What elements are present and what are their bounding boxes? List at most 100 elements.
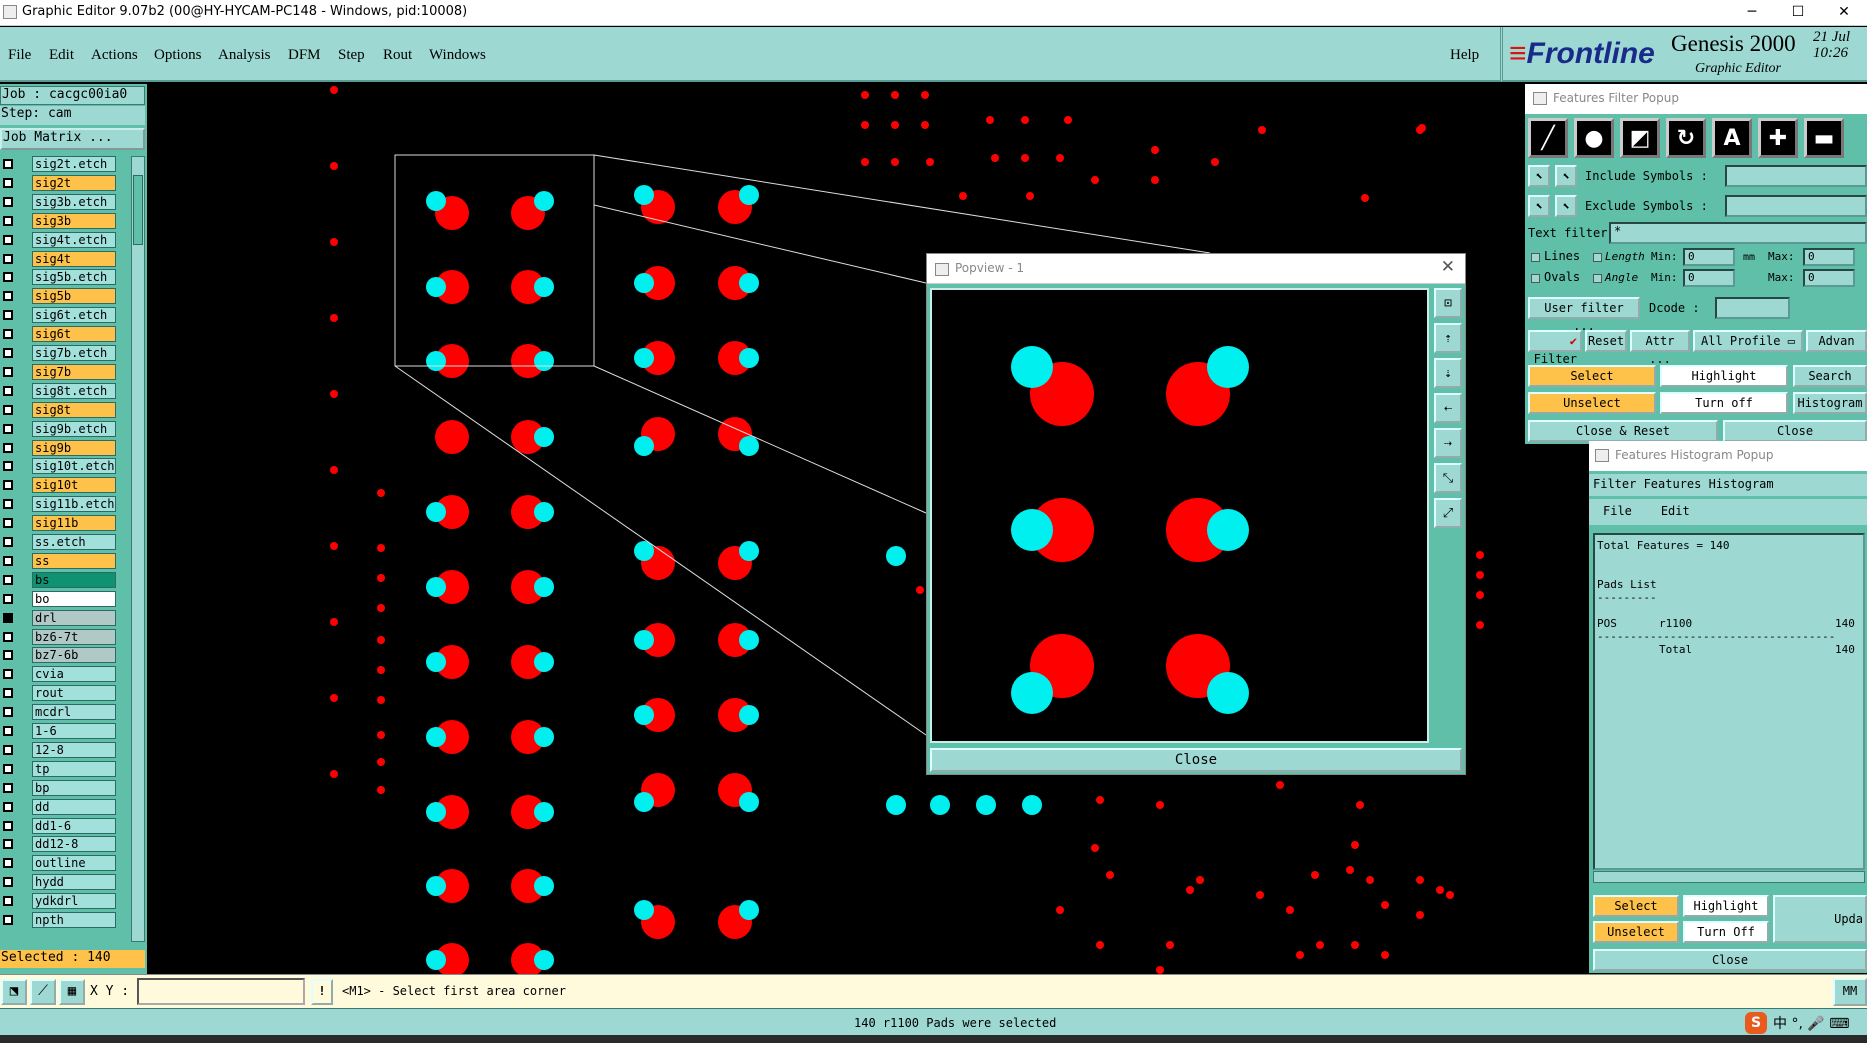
layer-checkbox[interactable] <box>3 499 13 510</box>
via-dot[interactable] <box>861 158 869 166</box>
via-dot[interactable] <box>377 696 385 704</box>
pad-cyan[interactable] <box>634 273 654 293</box>
layer-row[interactable]: sig9b.etch <box>0 420 145 437</box>
via-dot[interactable] <box>330 466 338 474</box>
pad-cyan[interactable] <box>426 727 446 747</box>
layer-scrollbar[interactable] <box>131 156 145 942</box>
pad-cyan[interactable] <box>1011 346 1053 388</box>
layer-name[interactable]: outline <box>32 855 116 872</box>
pad-cyan[interactable] <box>534 351 554 371</box>
pad-cyan[interactable] <box>426 191 446 211</box>
layer-name[interactable]: bz7-6b <box>32 647 116 664</box>
grid-icon[interactable]: ▦ <box>59 979 85 1005</box>
layer-checkbox[interactable] <box>3 423 13 434</box>
layer-name[interactable]: tp <box>32 760 116 777</box>
layer-checkbox[interactable] <box>3 915 13 925</box>
ff-close-button[interactable]: Close <box>1723 420 1867 442</box>
angle-checkbox[interactable] <box>1593 274 1602 283</box>
layer-name[interactable]: sig7b <box>32 363 116 380</box>
via-dot[interactable] <box>1286 906 1294 914</box>
via-dot[interactable] <box>330 238 338 246</box>
advanced-button[interactable]: Advan <box>1806 330 1867 352</box>
hist-highlight-button[interactable]: Highlight <box>1683 895 1769 917</box>
pad-cyan[interactable] <box>426 802 446 822</box>
via-dot[interactable] <box>891 121 899 129</box>
via-dot[interactable] <box>1381 901 1389 909</box>
layer-row[interactable]: ss <box>0 552 145 569</box>
via-dot[interactable] <box>1361 194 1369 202</box>
via-dot[interactable] <box>1056 154 1064 162</box>
via-dot[interactable] <box>330 694 338 702</box>
pad-cyan[interactable] <box>739 348 759 368</box>
via-dot[interactable] <box>1276 781 1284 789</box>
via-dot[interactable] <box>1026 192 1034 200</box>
layer-checkbox[interactable] <box>3 348 13 358</box>
ff-highlight-button[interactable]: Highlight <box>1660 365 1788 387</box>
via-dot[interactable] <box>1381 951 1389 959</box>
pad-cyan[interactable] <box>739 900 759 920</box>
angle-max-input[interactable]: 0 <box>1803 269 1855 287</box>
via-dot[interactable] <box>1166 941 1174 949</box>
layer-row[interactable]: sig4t.etch <box>0 231 145 248</box>
pad-cyan[interactable] <box>426 351 446 371</box>
layer-name[interactable]: drl <box>32 609 116 626</box>
hist-close-button[interactable]: Close <box>1593 949 1867 971</box>
via-dot[interactable] <box>926 158 934 166</box>
pad-red[interactable] <box>435 420 469 454</box>
text-filter-input[interactable]: * <box>1609 222 1867 244</box>
layer-checkbox[interactable] <box>3 518 13 529</box>
layer-checkbox[interactable] <box>3 461 13 472</box>
dcode-input[interactable] <box>1715 297 1790 319</box>
scrollbar-thumb[interactable] <box>133 175 143 245</box>
via-dot[interactable] <box>330 162 338 170</box>
pan-down-icon[interactable]: ⇣ <box>1434 358 1462 388</box>
all-profile-dropdown[interactable]: All Profile ▭ <box>1693 330 1803 352</box>
menu-step[interactable]: Step <box>338 47 365 64</box>
pad-cyan[interactable] <box>426 652 446 672</box>
layer-row[interactable]: sig3b.etch <box>0 193 145 210</box>
measure-icon[interactable]: ⟋ <box>30 979 56 1005</box>
layer-checkbox[interactable] <box>3 310 13 321</box>
warning-icon[interactable]: ! <box>311 979 333 1005</box>
pad-cyan[interactable] <box>534 502 554 522</box>
popview-close-icon[interactable]: ✕ <box>1441 257 1455 277</box>
layer-row[interactable]: sig10t <box>0 477 145 494</box>
via-dot[interactable] <box>1311 871 1319 879</box>
layer-name[interactable]: sig8t.etch <box>32 382 116 399</box>
layer-name[interactable]: sig7b.etch <box>32 345 116 361</box>
via-dot[interactable] <box>921 121 929 129</box>
layer-row[interactable]: drl <box>0 609 145 626</box>
pad-cyan[interactable] <box>426 277 446 297</box>
include-browse-icon[interactable]: ⬉ <box>1555 165 1577 187</box>
layer-row[interactable]: rout <box>0 685 145 702</box>
menu-help[interactable]: Help <box>1450 47 1479 64</box>
menu-edit[interactable]: Edit <box>49 47 74 64</box>
pad-cyan[interactable] <box>534 427 554 447</box>
pad-cyan[interactable] <box>739 436 759 456</box>
via-dot[interactable] <box>1436 886 1444 894</box>
via-dot[interactable] <box>986 116 994 124</box>
layer-name[interactable]: sig9b.etch <box>32 420 116 437</box>
pad-cyan[interactable] <box>534 577 554 597</box>
menu-analysis[interactable]: Analysis <box>218 47 271 64</box>
menu-actions[interactable]: Actions <box>91 47 138 64</box>
pad-cyan[interactable] <box>1207 346 1249 388</box>
layer-name[interactable]: sig3b.etch <box>32 193 116 210</box>
ff-histogram-button[interactable]: Histogram <box>1793 392 1867 414</box>
layer-checkbox[interactable] <box>3 442 13 453</box>
ime-logo-icon[interactable]: S <box>1745 1011 1767 1034</box>
layer-checkbox[interactable] <box>3 480 13 491</box>
layer-checkbox[interactable] <box>3 801 13 812</box>
via-dot[interactable] <box>861 91 869 99</box>
via-dot[interactable] <box>1064 116 1072 124</box>
menu-file[interactable]: File <box>8 47 31 64</box>
layer-name[interactable]: mcdrl <box>32 704 116 721</box>
layer-row[interactable]: sig9b <box>0 439 145 456</box>
attr-button[interactable]: Attr ... <box>1630 330 1690 366</box>
menu-options[interactable]: Options <box>154 47 202 64</box>
pad-cyan[interactable] <box>534 727 554 747</box>
layer-row[interactable]: npth <box>0 912 145 928</box>
layer-name[interactable]: 1-6 <box>32 723 116 739</box>
layer-checkbox[interactable] <box>3 537 13 547</box>
layer-name[interactable]: dd1-6 <box>32 817 116 834</box>
